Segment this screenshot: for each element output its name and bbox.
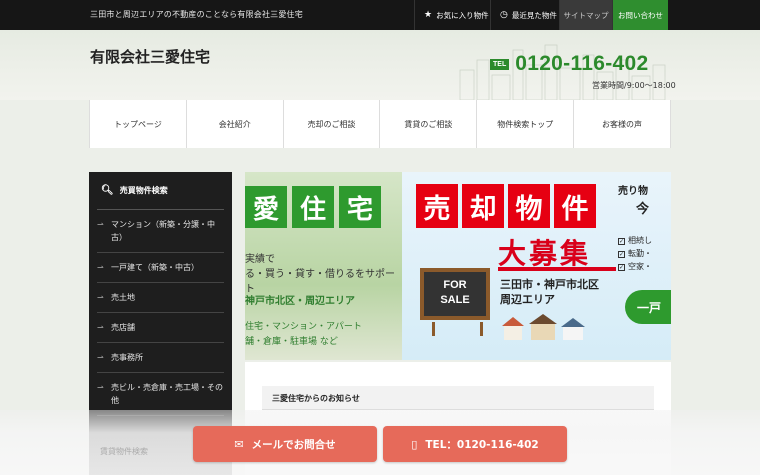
nav-item-rental[interactable]: 賃貸のご相談 xyxy=(380,100,478,148)
footer-overlay xyxy=(0,410,760,475)
arrow-right-icon: ⇀ xyxy=(97,293,104,302)
sidebar-item-label: 売ビル・売倉庫・売工場・その他 xyxy=(111,383,223,405)
slide-pill: 一戸 xyxy=(625,290,671,324)
contact-link[interactable]: お問い合わせ xyxy=(612,0,668,30)
board-line: FOR xyxy=(443,279,467,291)
tel-button-label: TEL：0120-116-402 xyxy=(425,438,539,451)
for-sale-board: FOR SALE xyxy=(420,268,490,320)
arrow-right-icon: ⇀ xyxy=(97,353,104,362)
global-nav: トップページ 会社紹介 売却のご相談 賃貸のご相談 物件検索トップ お客様の声 xyxy=(89,100,671,148)
site-tagline: 三田市と周辺エリアの不動産のことなら有限会社三愛住宅 xyxy=(90,10,303,19)
mail-button-label: メールでお問合せ xyxy=(251,438,336,451)
top-links: ★ お気に入り物件 ◷ 最近見た物件 サイトマップ お問い合わせ xyxy=(414,0,668,30)
mail-contact-button[interactable]: ✉ メールでお問合せ xyxy=(193,426,377,462)
slide-line: 実績で xyxy=(245,254,275,265)
arrow-right-icon: ⇀ xyxy=(97,220,104,229)
sidebar-list: ⇀ マンション（新築・分譲・中古） ⇀ 一戸建て（新築・中古） ⇀ 売土地 ⇀ 売店舗 … xyxy=(97,210,224,416)
area-line: 三田市・神戸市北区 xyxy=(500,278,599,291)
title-tile: 住 xyxy=(292,186,334,228)
nav-item-selling[interactable]: 売却のご相談 xyxy=(284,100,381,148)
sell-title-tiles: 売 却 物 件 xyxy=(416,184,600,228)
board-leg xyxy=(480,322,483,336)
favorites-link[interactable]: ★ お気に入り物件 xyxy=(414,0,490,30)
sell-tile: 件 xyxy=(554,184,596,228)
sidebar-item-rental-search[interactable]: 賃貸物件検索 xyxy=(100,446,148,457)
news-title: 三愛住宅からのお知らせ xyxy=(272,394,360,403)
recent-link[interactable]: ◷ 最近見た物件 xyxy=(490,0,559,30)
slide-line: 住宅・マンション・アパート xyxy=(245,322,362,332)
hero-slider[interactable]: 愛 住 宅 実績で る・買う・貸す・借りるをサポート 神戸市北区・周辺エリア 住… xyxy=(245,172,671,360)
sidebar-item-label: マンション（新築・分譲・中古） xyxy=(111,220,215,242)
sidebar-item-mansion[interactable]: ⇀ マンション（新築・分譲・中古） xyxy=(97,210,224,253)
slide-line: 舗・倉庫・駐車場 など xyxy=(245,337,338,347)
company-logo[interactable]: 有限会社三愛住宅 xyxy=(90,46,210,67)
arrow-right-icon: ⇀ xyxy=(97,323,104,332)
title-tile: 宅 xyxy=(339,186,381,228)
check-label: 空家・ xyxy=(628,262,652,271)
site-header: 有限会社三愛住宅 TEL 0120-116-402 営業時間/9:00～18:0… xyxy=(0,30,760,100)
sidebar-item-label: 売土地 xyxy=(111,293,135,302)
slide-types: 住宅・マンション・アパート 舗・倉庫・駐車場 など xyxy=(245,320,362,350)
business-hours: 営業時間/9:00～18:00 xyxy=(592,81,676,90)
checkbox-icon: ✓ xyxy=(618,251,625,258)
sell-tile: 物 xyxy=(508,184,550,228)
sidebar-item-office[interactable]: ⇀ 売事務所 xyxy=(97,343,224,373)
tel-badge: TEL xyxy=(490,58,510,70)
sidebar-item-label: 売店舗 xyxy=(111,323,135,332)
sitemap-label: サイトマップ xyxy=(563,10,609,20)
sell-tile: 却 xyxy=(462,184,504,228)
search-icon: 🔍︎ xyxy=(101,185,114,196)
sidebar-item-land[interactable]: ⇀ 売土地 xyxy=(97,283,224,313)
sidebar-item-label: 一戸建て（新築・中古） xyxy=(111,263,199,272)
nav-item-voices[interactable]: お客様の声 xyxy=(574,100,671,148)
history-icon: ◷ xyxy=(500,10,508,20)
checkbox-icon: ✓ xyxy=(618,264,625,271)
checklist: ✓ 相続し ✓ 転勤・ ✓ 空家・ xyxy=(618,234,652,273)
check-item: ✓ 相続し xyxy=(618,234,652,247)
sidebar-item-store[interactable]: ⇀ 売店舗 xyxy=(97,313,224,343)
header-tel[interactable]: TEL 0120-116-402 xyxy=(490,52,648,76)
nav-item-search[interactable]: 物件検索トップ xyxy=(477,100,575,148)
news-section-header: 三愛住宅からのお知らせ xyxy=(262,386,654,410)
check-item: ✓ 空家・ xyxy=(618,260,652,273)
board-leg xyxy=(432,322,435,336)
recruiting-text: 大募集 xyxy=(498,237,592,270)
area-text: 三田市・神戸市北区 周辺エリア xyxy=(500,277,599,307)
arrow-right-icon: ⇀ xyxy=(97,383,104,392)
slide-text: 実績で る・買う・貸す・借りるをサポート xyxy=(245,252,402,297)
slide-right-heading2: 今 xyxy=(636,202,650,217)
check-item: ✓ 転勤・ xyxy=(618,247,652,260)
check-label: 相続し xyxy=(628,236,652,245)
checkbox-icon: ✓ xyxy=(618,238,625,245)
board-line: SALE xyxy=(440,294,470,306)
slide-right-heading: 売り物 xyxy=(618,186,648,197)
top-bar: 三田市と周辺エリアの不動産のことなら有限会社三愛住宅 ★ お気に入り物件 ◷ 最… xyxy=(0,0,760,30)
divider xyxy=(498,267,616,271)
slide-current: 売 却 物 件 大募集 三田市・神戸市北区 周辺エリア FOR SALE 売り物… xyxy=(402,172,671,360)
sell-tile: 売 xyxy=(416,184,458,228)
slide-prev-peek: 愛 住 宅 実績で る・買う・貸す・借りるをサポート 神戸市北区・周辺エリア 住… xyxy=(245,172,402,360)
sidebar-item-label: 売事務所 xyxy=(111,353,143,362)
tel-number: 0120-116-402 xyxy=(515,52,649,75)
star-icon: ★ xyxy=(424,10,433,20)
title-tile: 愛 xyxy=(245,186,287,228)
mail-icon: ✉ xyxy=(234,437,244,451)
recent-label: 最近見た物件 xyxy=(511,10,557,20)
slide-title-tiles: 愛 住 宅 xyxy=(245,186,386,228)
nav-item-top[interactable]: トップページ xyxy=(90,100,187,148)
houses-icon xyxy=(502,314,585,340)
sidebar-item-house[interactable]: ⇀ 一戸建て（新築・中古） xyxy=(97,253,224,283)
tel-contact-button[interactable]: ▯ TEL：0120-116-402 xyxy=(383,426,567,462)
sidebar-title: 🔍︎ 売買物件検索 xyxy=(97,172,224,210)
slide-area: 神戸市北区・周辺エリア xyxy=(245,296,355,307)
check-label: 転勤・ xyxy=(628,249,652,258)
phone-icon: ▯ xyxy=(411,437,418,451)
arrow-right-icon: ⇀ xyxy=(97,263,104,272)
nav-item-company[interactable]: 会社紹介 xyxy=(187,100,284,148)
sidebar-title-label: 売買物件検索 xyxy=(119,186,168,195)
area-line: 周辺エリア xyxy=(500,293,555,306)
contact-label: お問い合わせ xyxy=(618,10,663,20)
sitemap-link[interactable]: サイトマップ xyxy=(559,0,612,30)
favorites-label: お気に入り物件 xyxy=(436,10,489,20)
